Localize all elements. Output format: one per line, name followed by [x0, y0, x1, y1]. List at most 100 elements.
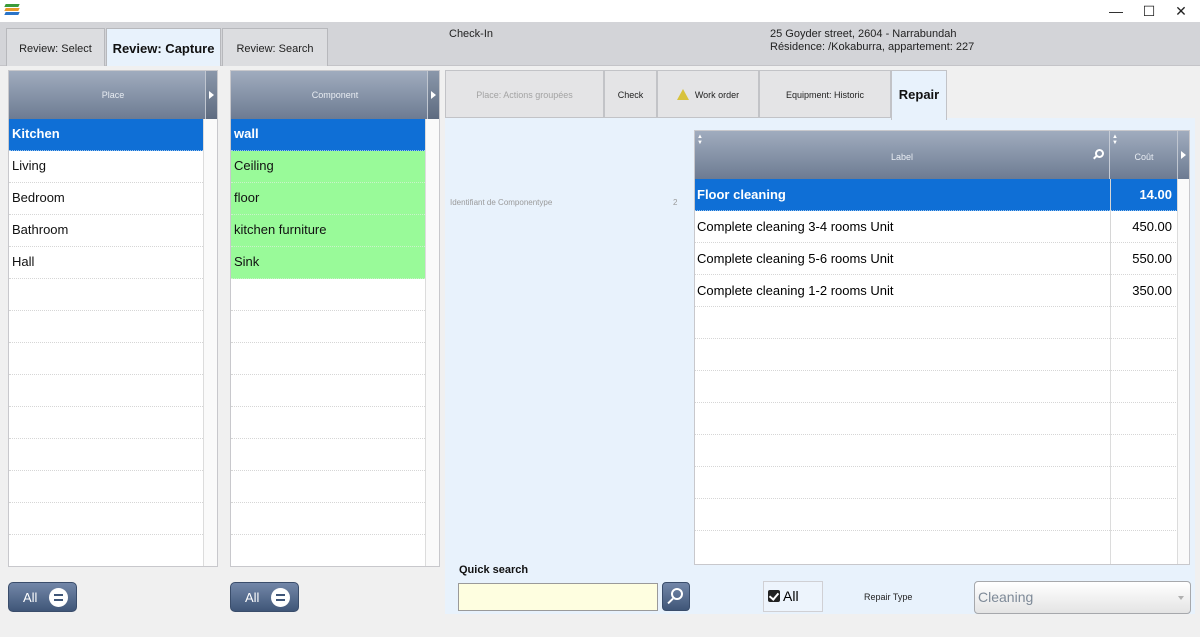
- repair-list: Floor cleaning 14.00 Complete cleaning 3…: [695, 179, 1178, 563]
- list-item: [9, 311, 203, 343]
- all-filter-label: All: [783, 588, 799, 604]
- component-header-label: Component: [311, 90, 359, 100]
- componenttype-id-value: 2: [673, 198, 678, 207]
- component-item-kitchen-furniture[interactable]: kitchen furniture: [231, 215, 425, 247]
- tab-check[interactable]: Check: [604, 70, 657, 118]
- sort-icon[interactable]: ▲ ▼: [697, 134, 703, 146]
- label-column-title: Label: [890, 152, 914, 162]
- place-item-kitchen[interactable]: Kitchen: [9, 119, 203, 151]
- tab-repair[interactable]: Repair: [891, 70, 947, 120]
- table-row: [695, 435, 1178, 467]
- repair-label: Complete cleaning 3-4 rooms Unit: [697, 219, 894, 234]
- quick-search-input[interactable]: [458, 583, 658, 611]
- quick-search-button[interactable]: [662, 582, 690, 611]
- list-item: [231, 279, 425, 311]
- componenttype-id-label: Identifiant de Componentype: [450, 198, 553, 207]
- sort-icon[interactable]: ▲ ▼: [1112, 134, 1118, 146]
- list-item: [9, 439, 203, 471]
- address-line-2: Résidence: /Kokaburra, appartement: 227: [770, 41, 975, 53]
- component-item-ceiling[interactable]: Ceiling: [231, 151, 425, 183]
- list-item: [231, 439, 425, 471]
- tab-equipment-historic[interactable]: Equipment: Historic: [759, 70, 891, 118]
- column-menu-arrow-icon[interactable]: [427, 71, 439, 119]
- checkbox-checked-icon: [768, 590, 780, 602]
- place-all-label: All: [23, 590, 38, 605]
- equals-icon: [49, 588, 68, 607]
- chevron-down-icon: [1178, 596, 1184, 600]
- window-titlebar: — ☐ ✕: [0, 0, 1200, 22]
- repair-cost: 550.00: [1110, 243, 1178, 275]
- place-header-label: Place: [101, 90, 125, 100]
- component-list-panel: Component wall Ceiling floor kitchen fur…: [230, 70, 440, 567]
- column-menu-arrow-icon[interactable]: [1177, 131, 1189, 179]
- place-all-button[interactable]: All: [8, 582, 77, 612]
- tab-review-select[interactable]: Review: Select: [6, 28, 105, 66]
- table-row: [695, 467, 1178, 499]
- tab-work-order-label: Work order: [694, 90, 740, 100]
- place-item-living[interactable]: Living: [9, 151, 203, 183]
- warning-icon: [676, 89, 689, 100]
- component-list: wall Ceiling floor kitchen furniture Sin…: [231, 119, 425, 567]
- repair-grid: ▲ ▼ Label ▲ ▼ Coût Floor cleaning 14.00 Co…: [694, 130, 1190, 565]
- repair-grid-header: ▲ ▼ Label ▲ ▼ Coût: [695, 131, 1189, 179]
- component-item-wall[interactable]: wall: [231, 119, 425, 151]
- list-item: [231, 311, 425, 343]
- cost-column-title: Coût: [1134, 152, 1154, 162]
- list-item: [231, 471, 425, 503]
- table-row[interactable]: Floor cleaning 14.00: [695, 179, 1178, 211]
- column-search-icon[interactable]: [1095, 149, 1104, 158]
- component-scrollbar[interactable]: [425, 119, 439, 566]
- place-item-bathroom[interactable]: Bathroom: [9, 215, 203, 247]
- address-line-1: 25 Goyder street, 2604 - Narrabundah: [770, 28, 957, 40]
- repair-type-select[interactable]: Cleaning: [974, 581, 1191, 614]
- place-item-bedroom[interactable]: Bedroom: [9, 183, 203, 215]
- tab-review-capture[interactable]: Review: Capture: [106, 28, 221, 66]
- list-item: [9, 375, 203, 407]
- repair-cost: 14.00: [1110, 179, 1178, 211]
- tab-work-order[interactable]: Work order: [657, 70, 759, 118]
- place-list: Kitchen Living Bedroom Bathroom Hall: [9, 119, 203, 567]
- component-all-label: All: [245, 590, 260, 605]
- cost-column-header[interactable]: ▲ ▼ Coût: [1110, 131, 1178, 179]
- table-row: [695, 339, 1178, 371]
- mode-label: Check-In: [449, 28, 494, 40]
- table-row[interactable]: Complete cleaning 3-4 rooms Unit 450.00: [695, 211, 1178, 243]
- list-item: [231, 535, 425, 567]
- list-item: [231, 375, 425, 407]
- list-item: [231, 343, 425, 375]
- place-item-hall[interactable]: Hall: [9, 247, 203, 279]
- table-row: [695, 531, 1178, 563]
- table-row: [695, 499, 1178, 531]
- list-item: [231, 407, 425, 439]
- place-column-header[interactable]: Place: [9, 71, 217, 119]
- quick-search-label: Quick search: [459, 564, 529, 576]
- tab-place-actions[interactable]: Place: Actions groupées: [445, 70, 604, 118]
- component-item-floor[interactable]: floor: [231, 183, 425, 215]
- component-column-header[interactable]: Component: [231, 71, 439, 119]
- column-menu-arrow-icon[interactable]: [205, 71, 217, 119]
- repair-cost: 450.00: [1110, 211, 1178, 243]
- table-row[interactable]: Complete cleaning 1-2 rooms Unit 350.00: [695, 275, 1178, 307]
- tab-review-search[interactable]: Review: Search: [222, 28, 328, 66]
- list-item: [9, 343, 203, 375]
- place-list-panel: Place Kitchen Living Bedroom Bathroom Ha…: [8, 70, 218, 567]
- repair-type-value: Cleaning: [978, 589, 1034, 605]
- repair-type-label: Repair Type: [864, 592, 913, 602]
- repair-label: Complete cleaning 1-2 rooms Unit: [697, 283, 894, 298]
- list-item: [9, 407, 203, 439]
- label-column-header[interactable]: ▲ ▼ Label: [695, 131, 1110, 179]
- repair-grid-scrollbar[interactable]: [1177, 179, 1189, 564]
- table-row: [695, 371, 1178, 403]
- list-item: [9, 471, 203, 503]
- component-all-button[interactable]: All: [230, 582, 299, 612]
- place-scrollbar[interactable]: [203, 119, 217, 566]
- equals-icon: [271, 588, 290, 607]
- close-button[interactable]: ✕: [1162, 0, 1200, 22]
- repair-label: Floor cleaning: [697, 187, 786, 202]
- repair-cost: 350.00: [1110, 275, 1178, 307]
- repair-label: Complete cleaning 5-6 rooms Unit: [697, 251, 894, 266]
- component-item-sink[interactable]: Sink: [231, 247, 425, 279]
- table-row[interactable]: Complete cleaning 5-6 rooms Unit 550.00: [695, 243, 1178, 275]
- list-item: [231, 503, 425, 535]
- all-filter-checkbox[interactable]: All: [763, 581, 823, 612]
